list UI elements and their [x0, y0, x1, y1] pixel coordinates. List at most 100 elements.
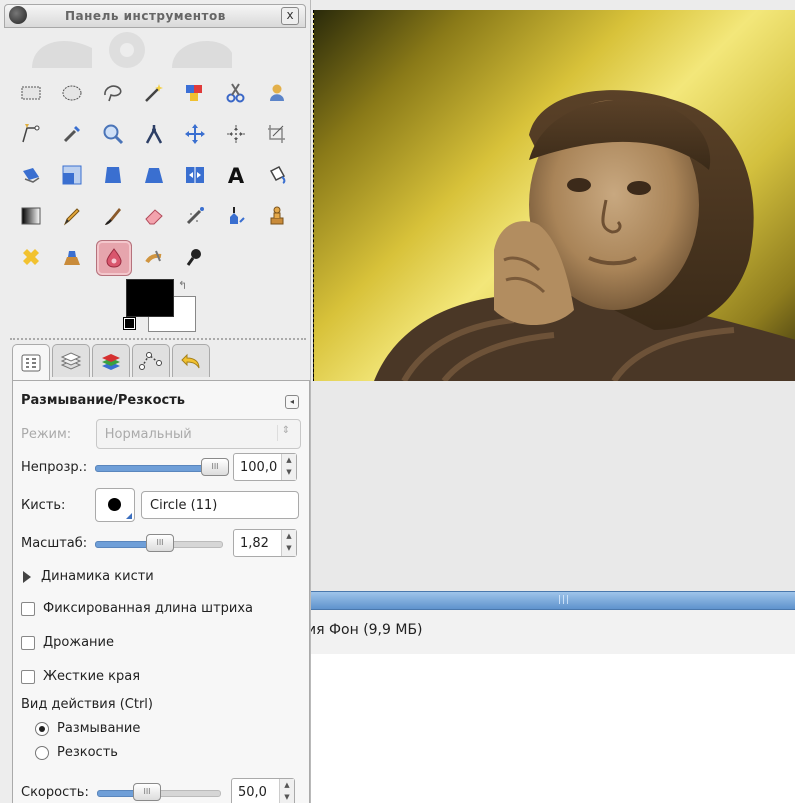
tool-scissors-select[interactable]	[219, 76, 253, 110]
jitter-checkbox[interactable]	[21, 635, 35, 650]
opacity-stepper-icon[interactable]: ▲ ▼	[281, 454, 296, 480]
speed-slider-handle[interactable]: III	[133, 783, 161, 801]
speed-slider[interactable]: III	[97, 783, 221, 801]
speed-spin[interactable]: 50,0 ▲ ▼	[231, 778, 295, 803]
bucket-fill-icon	[269, 166, 286, 184]
fuzzy-select-icon	[145, 84, 163, 102]
panel-menu-icon[interactable]: ◂	[285, 395, 299, 409]
tool-align[interactable]	[219, 117, 253, 151]
opacity-slider[interactable]: III	[95, 458, 229, 476]
tool-ellipse-select[interactable]	[55, 76, 89, 110]
hard-edges-checkbox-row[interactable]: Жесткие края	[21, 669, 301, 684]
scale-spin[interactable]: 1,82 ▲ ▼	[233, 529, 297, 557]
tool-bucket-fill[interactable]	[260, 158, 294, 192]
hard-edges-label: Жесткие края	[43, 669, 141, 684]
tool-options-title: Размывание/Резкость	[21, 393, 301, 408]
tool-rotate[interactable]	[14, 158, 48, 192]
tool-ink[interactable]	[219, 199, 253, 233]
tool-select-by-color[interactable]	[178, 76, 212, 110]
tool-heal[interactable]	[14, 240, 48, 274]
tool-measure[interactable]	[137, 117, 171, 151]
wilber-banner	[32, 32, 232, 68]
heal-icon	[23, 249, 39, 265]
tool-shear[interactable]	[96, 158, 130, 192]
sharpen-radio[interactable]	[35, 745, 49, 760]
tab-paths[interactable]	[132, 344, 170, 377]
brush-preview-button[interactable]	[95, 488, 135, 522]
tool-options-title-text: Размывание/Резкость	[21, 393, 186, 408]
tool-foreground-select[interactable]	[260, 76, 294, 110]
tab-layers[interactable]	[52, 344, 90, 377]
tab-channels[interactable]	[92, 344, 130, 377]
tool-perspective[interactable]	[137, 158, 171, 192]
hard-edges-checkbox[interactable]	[21, 669, 35, 684]
foreground-color-swatch[interactable]	[126, 279, 174, 317]
pencil-icon	[63, 208, 80, 226]
tool-flip[interactable]	[178, 158, 212, 192]
blur-radio[interactable]	[35, 721, 49, 736]
action-sharpen-radio-row[interactable]: Резкость	[35, 745, 301, 760]
scale-slider[interactable]: III	[95, 534, 223, 552]
tool-eraser[interactable]	[137, 199, 171, 233]
tool-color-picker[interactable]	[55, 117, 89, 151]
dynamics-expander[interactable]: Динамика кисти	[21, 569, 301, 584]
tool-move[interactable]	[178, 117, 212, 151]
flip-icon	[186, 167, 204, 183]
tool-smudge[interactable]	[137, 240, 171, 274]
opacity-label: Непрозр.:	[21, 459, 88, 475]
tool-perspective-clone[interactable]	[55, 240, 89, 274]
tool-scale[interactable]	[55, 158, 89, 192]
tool-dodge-burn[interactable]	[178, 240, 212, 274]
tool-airbrush[interactable]	[178, 199, 212, 233]
tab-tool-options[interactable]	[12, 344, 50, 380]
align-icon	[227, 125, 245, 143]
action-blur-radio-row[interactable]: Размывание	[35, 721, 301, 736]
toolbox-titlebar[interactable]: Панель инструментов x	[4, 4, 306, 28]
tool-clone[interactable]	[260, 199, 294, 233]
tool-paths[interactable]	[14, 117, 48, 151]
scale-label: Масштаб:	[21, 535, 88, 551]
tool-fuzzy-select[interactable]	[137, 76, 171, 110]
measure-icon	[145, 125, 163, 144]
tool-free-select[interactable]	[96, 76, 130, 110]
close-button[interactable]: x	[281, 7, 299, 25]
tool-crop[interactable]	[260, 117, 294, 151]
scale-slider-handle[interactable]: III	[146, 534, 174, 552]
jitter-checkbox-row[interactable]: Дрожание	[21, 635, 301, 650]
swap-colors-icon[interactable]: ↰	[178, 279, 187, 292]
opacity-spin[interactable]: 100,0 ▲ ▼	[233, 453, 297, 481]
fixed-stroke-checkbox[interactable]	[21, 601, 35, 616]
brush-name-field[interactable]: Circle (11)	[141, 491, 299, 519]
fixed-stroke-checkbox-row[interactable]: Фиксированная длина штриха	[21, 601, 301, 616]
mode-combo[interactable]: Нормальный ⇕	[95, 419, 301, 449]
tool-blend[interactable]	[14, 199, 48, 233]
canvas-empty-area	[308, 381, 795, 591]
tool-grid: A	[14, 76, 304, 278]
tool-rect-select[interactable]	[14, 76, 48, 110]
tool-zoom[interactable]	[96, 117, 130, 151]
eraser-icon	[145, 209, 163, 225]
mode-row: Режим: Нормальный ⇕	[21, 419, 301, 449]
tool-blur-sharpen[interactable]	[96, 240, 132, 276]
blank-area	[308, 654, 795, 803]
toolbox-window: Панель инструментов x A ↰ Размывание/Рез…	[0, 0, 311, 803]
photo-child	[374, 90, 795, 381]
blend-icon	[21, 207, 41, 225]
speed-value: 50,0	[238, 784, 267, 800]
tool-paintbrush[interactable]	[96, 199, 130, 233]
tool-pencil[interactable]	[55, 199, 89, 233]
tab-undo-history[interactable]	[172, 344, 210, 377]
scale-stepper-icon[interactable]: ▲ ▼	[281, 530, 296, 556]
brush-name: Circle (11)	[150, 497, 218, 513]
tool-text[interactable]: A	[219, 158, 253, 192]
default-colors-icon[interactable]	[123, 317, 136, 330]
dock-divider[interactable]	[10, 338, 306, 340]
color-picker-icon	[63, 126, 80, 143]
scrollbar-grip[interactable]: |||	[558, 595, 570, 605]
image-canvas-area[interactable]: ||| ия Фон (9,9 МБ)	[307, 0, 795, 803]
horizontal-scrollbar[interactable]: |||	[308, 591, 795, 610]
speed-stepper-icon[interactable]: ▲ ▼	[279, 779, 294, 803]
opacity-slider-handle[interactable]: III	[201, 458, 229, 476]
image-view[interactable]	[313, 10, 795, 382]
action-type-label: Вид действия (Ctrl)	[21, 697, 153, 712]
